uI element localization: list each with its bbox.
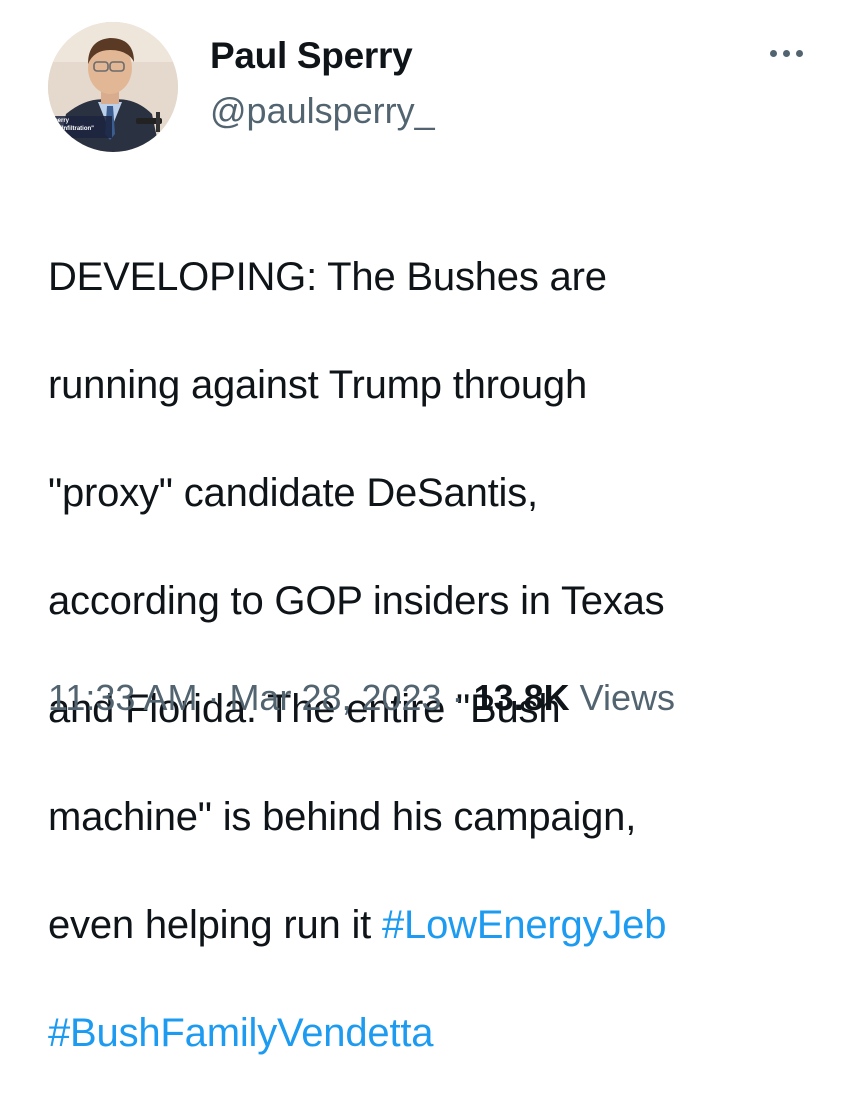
tweet-text-line: "proxy" candidate DeSantis, [48,471,538,515]
tweet-text-line-last: even helping run it #LowEnergyJeb [48,898,818,952]
tweet-text-line: according to GOP insiders in Texas [48,579,665,623]
hashtag-lowenergyjeb-link[interactable]: #LowEnergyJeb [382,903,666,947]
tweet-text-line: DEVELOPING: The Bushes are [48,255,607,299]
tweet-meta: 11:33 AM · Mar 28, 2023 · 13.8K Views [48,676,675,720]
tweet-text-line-hashtag: #BushFamilyVendetta [48,1006,818,1060]
tweet-text-line: running against Trump through [48,363,587,407]
views-count[interactable]: 13.8K [474,677,570,718]
hashtag-bushfamilyvendetta-link[interactable]: #BushFamilyVendetta [48,1011,434,1055]
tweet-text: DEVELOPING: The Bushes are running again… [48,196,818,1114]
author-handle[interactable]: @paulsperry_ [210,90,435,132]
tweet-card: Sperry or, "Infiltration" Paul Sperry @p… [0,0,856,1055]
tweet-time[interactable]: 11:33 AM [48,677,197,718]
avatar-caption-line1: Sperry [50,118,70,124]
more-options-button[interactable] [756,38,816,68]
avatar-caption: Sperry or, "Infiltration" [50,117,112,133]
author-display-name[interactable]: Paul Sperry [210,34,413,78]
avatar-caption-line2: or, "Infiltration" [50,126,95,132]
meta-separator: · [441,677,474,718]
tweet-date[interactable]: Mar 28, 2023 [229,677,441,718]
more-horizontal-icon-dot-2 [782,49,790,57]
tweet-text-prefix: even helping run it [48,903,383,947]
views-label: Views [569,677,676,718]
tweet-text-line: machine" is behind his campaign, [48,795,637,839]
avatar[interactable]: Sperry or, "Infiltration" [48,22,178,152]
more-horizontal-icon-dot-3 [795,49,803,57]
more-horizontal-icon [769,49,777,57]
meta-separator: · [197,677,230,718]
